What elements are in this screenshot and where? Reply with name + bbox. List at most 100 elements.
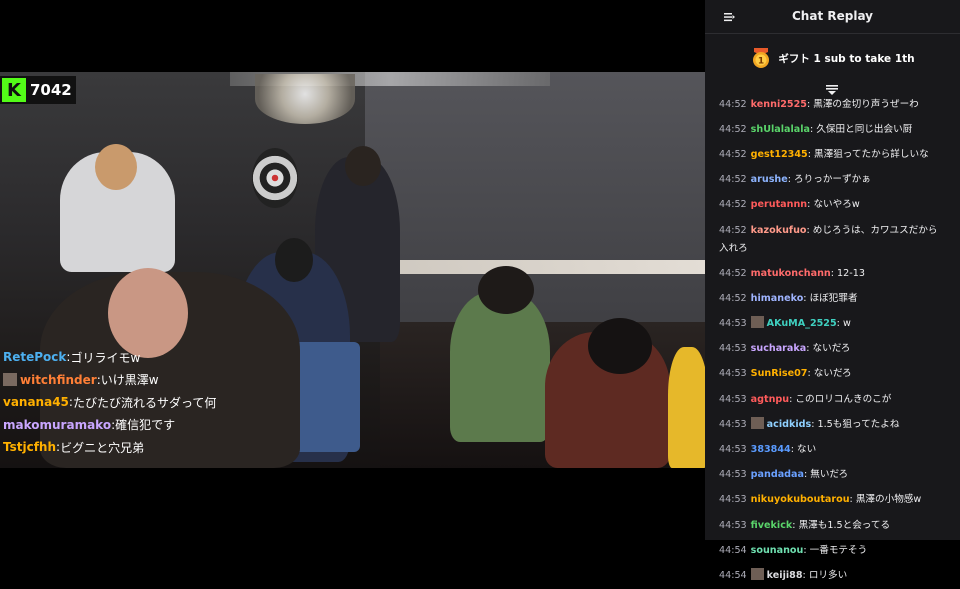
user-badge-icon bbox=[750, 316, 764, 329]
chat-text: ないだろ bbox=[812, 343, 851, 355]
chat-message[interactable]: 44:52 arushe: ろりっかーずかぁ bbox=[705, 168, 960, 193]
chat-message[interactable]: 44:53 SunRise07: ないだろ bbox=[705, 362, 960, 387]
chat-text: 無いだろ bbox=[810, 469, 849, 481]
chat-text: 黒澤狙ってたから詳しいな bbox=[814, 148, 929, 160]
chat-username[interactable]: sounanou bbox=[751, 545, 804, 556]
chat-username[interactable]: pandadaa bbox=[751, 469, 804, 480]
chat-username[interactable]: fivekick bbox=[751, 520, 793, 531]
chat-message[interactable]: 44:54 sounanou: 一番モテそう bbox=[705, 538, 960, 563]
overlay-chat-text: 確信犯です bbox=[115, 418, 176, 433]
overlay-chat-text: いけ黒澤w bbox=[100, 373, 159, 388]
chat-text: 黒澤の小物感w bbox=[855, 494, 922, 506]
chat-message[interactable]: 44:52 kenni2525: 黒澤の金切り声うぜーわ bbox=[705, 92, 960, 117]
kick-logo-icon: K bbox=[2, 78, 26, 102]
chat-header: Chat Replay bbox=[705, 0, 960, 34]
chat-message[interactable]: 44:53 sucharaka: ないだろ bbox=[705, 337, 960, 362]
overlay-chat-text: たびたび流れるサダって何 bbox=[72, 395, 217, 410]
overlay-chat-message: vanana45: たびたび流れるサダって何 bbox=[3, 391, 303, 414]
chat-text: ないやろw bbox=[813, 199, 860, 211]
overlay-chat-message: RetePock: ゴリライモw bbox=[3, 346, 303, 369]
chat-username[interactable]: shUlalalala bbox=[751, 124, 810, 135]
chat-timestamp: 44:53 bbox=[719, 469, 747, 481]
chat-username[interactable]: agtnpu bbox=[751, 394, 789, 405]
chat-text: ない bbox=[797, 444, 817, 456]
chat-username[interactable]: acidkids bbox=[767, 419, 812, 430]
chat-message[interactable]: 44:53 383844: ない bbox=[705, 437, 960, 462]
chat-text: このロリコんきのこが bbox=[795, 393, 892, 405]
chat-message[interactable]: 44:52 gest12345: 黒澤狙ってたから詳しいな bbox=[705, 142, 960, 167]
chat-message[interactable]: 44:52 matukonchann: 12-13 bbox=[705, 261, 960, 286]
chat-message[interactable]: 44:53 fivekick: 黒澤も1.5と会ってる bbox=[705, 513, 960, 538]
chat-text: 黒澤も1.5と会ってる bbox=[798, 519, 891, 531]
chat-message[interactable]: 44:53 AKuMA_2525: w bbox=[705, 312, 960, 337]
gift-rank: 1 bbox=[758, 57, 764, 67]
chat-timestamp: 44:52 bbox=[719, 199, 747, 211]
chat-timestamp: 44:52 bbox=[719, 267, 747, 279]
overlay-chat-username: witchfinder bbox=[20, 372, 97, 387]
chat-username[interactable]: himaneko bbox=[751, 293, 804, 304]
chat-message[interactable]: 44:53 acidkids: 1.5も狙ってたよね bbox=[705, 412, 960, 437]
chat-username[interactable]: perutannn bbox=[751, 199, 808, 210]
chat-message[interactable]: 44:54 keiji88: ロリ多い bbox=[705, 563, 960, 588]
chat-username[interactable]: arushe bbox=[751, 174, 788, 185]
chat-text: ロリ多い bbox=[808, 569, 848, 581]
chat-message[interactable]: 44:53 pandadaa: 無いだろ bbox=[705, 463, 960, 488]
chat-text: ないだろ bbox=[813, 368, 852, 380]
chat-timestamp: 44:53 bbox=[719, 444, 747, 456]
overlay-chat-text: ゴリライモw bbox=[70, 350, 141, 365]
chat-text: ほぼ犯罪者 bbox=[809, 292, 858, 304]
chat-text: ろりっかーずかぁ bbox=[794, 174, 871, 186]
chat-timestamp: 44:54 bbox=[719, 569, 747, 581]
chandelier bbox=[255, 74, 355, 124]
head bbox=[478, 266, 534, 314]
user-badge-icon bbox=[750, 567, 764, 580]
back-wall bbox=[365, 72, 705, 342]
chat-timestamp: 44:53 bbox=[719, 318, 747, 330]
chat-username[interactable]: gest12345 bbox=[751, 149, 808, 160]
chat-text: 1.5も狙ってたよね bbox=[817, 418, 900, 430]
viewer-count-badge: K 7042 bbox=[0, 76, 76, 104]
head bbox=[345, 146, 381, 186]
chat-message[interactable]: 44:53 nikuyokuboutarou: 黒澤の小物感w bbox=[705, 488, 960, 513]
head bbox=[588, 318, 652, 374]
chat-username[interactable]: AKuMA_2525 bbox=[767, 318, 837, 329]
chat-timestamp: 44:52 bbox=[719, 224, 747, 236]
chat-timestamp: 44:52 bbox=[719, 123, 747, 135]
chat-timestamp: 44:52 bbox=[719, 148, 747, 160]
chat-username[interactable]: 383844 bbox=[751, 444, 791, 455]
overlay-chat-username: Tstjcfhh bbox=[3, 440, 57, 455]
chat-username[interactable]: matukonchann bbox=[751, 268, 831, 279]
chat-username[interactable]: nikuyokuboutarou bbox=[751, 494, 850, 505]
chat-username[interactable]: SunRise07 bbox=[751, 368, 808, 379]
overlay-chat-username: vanana45 bbox=[3, 395, 69, 410]
chat-message[interactable]: 44:52 shUlalalala: 久保田と同じ出会い厨 bbox=[705, 117, 960, 142]
chat-timestamp: 44:53 bbox=[719, 494, 747, 506]
head bbox=[95, 144, 137, 190]
chat-message[interactable]: 44:52 kazokufuo: めじろうは、カワユスだから入れろ bbox=[705, 218, 960, 261]
chat-message-list[interactable]: 44:52 kenni2525: 黒澤の金切り声うぜーわ 44:52 shUlalal… bbox=[705, 92, 960, 589]
chat-message[interactable]: 44:52 perutannn: ないやろw bbox=[705, 193, 960, 218]
overlay-chat-message: Tstjcfhh: ビグニと穴兄弟 bbox=[3, 436, 303, 459]
video-player[interactable]: K 7042 RetePock: ゴリライモw witchfinder: いけ黒澤… bbox=[0, 0, 705, 540]
chat-timestamp: 44:53 bbox=[719, 343, 747, 355]
chat-message[interactable]: 44:52 himaneko: ほぼ犯罪者 bbox=[705, 286, 960, 311]
chat-timestamp: 44:53 bbox=[719, 368, 747, 380]
user-badge-icon bbox=[750, 416, 764, 429]
dartboard bbox=[252, 148, 298, 208]
chat-message[interactable]: 44:53 agtnpu: このロリコんきのこが bbox=[705, 387, 960, 412]
head bbox=[108, 268, 188, 358]
chat-timestamp: 44:53 bbox=[719, 418, 747, 430]
gift-text: ギフト 1 sub to take 1th bbox=[778, 52, 915, 65]
chat-timestamp: 44:53 bbox=[719, 519, 747, 531]
chat-timestamp: 44:53 bbox=[719, 393, 747, 405]
person-green-shirt bbox=[450, 292, 550, 442]
gift-banner[interactable]: 1 ギフト 1 sub to take 1th bbox=[705, 34, 960, 82]
chat-username[interactable]: keiji88 bbox=[767, 570, 803, 581]
chat-username[interactable]: sucharaka bbox=[751, 343, 807, 354]
chat-username[interactable]: kenni2525 bbox=[751, 99, 807, 110]
chat-text: 12-13 bbox=[837, 267, 865, 279]
viewer-count: 7042 bbox=[30, 81, 72, 99]
user-badge-icon bbox=[3, 373, 17, 387]
chat-timestamp: 44:52 bbox=[719, 292, 747, 304]
chat-username[interactable]: kazokufuo bbox=[751, 225, 807, 236]
